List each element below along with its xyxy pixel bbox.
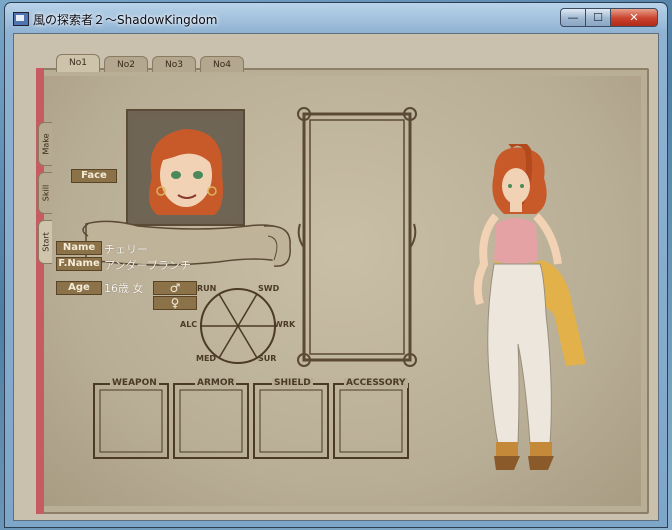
sidetab-start[interactable]: Start: [38, 220, 52, 264]
sidetab-skill-label: Skill: [41, 184, 50, 202]
radar-label-wrk: WRK: [274, 320, 296, 329]
age-label: Age: [56, 281, 102, 295]
family-name-value[interactable]: アンダーブランチ: [104, 257, 191, 273]
minimize-button[interactable]: —: [560, 8, 586, 27]
accessory-slot[interactable]: [334, 384, 408, 458]
radar-label-alc: ALC: [180, 320, 198, 329]
female-button[interactable]: ♀: [153, 296, 197, 310]
ornate-frame: [297, 107, 417, 367]
radar-label-swd: SWD: [258, 284, 280, 293]
tab-no1[interactable]: No1: [56, 54, 100, 72]
app-icon: [13, 12, 29, 26]
male-button[interactable]: ♂: [153, 281, 197, 295]
name-value[interactable]: チェリー: [104, 241, 148, 257]
window-title: 風の探索者２～ShadowKingdom: [33, 13, 218, 27]
tab-no4[interactable]: No4: [200, 56, 244, 72]
tab-no2[interactable]: No2: [104, 56, 148, 72]
family-name-label: F.Name: [56, 257, 102, 271]
sidetab-skill[interactable]: Skill: [38, 172, 52, 214]
tab-no3[interactable]: No3: [152, 56, 196, 72]
name-label: Name: [56, 241, 102, 255]
game-client-area: No1 No2 No3 No4 Make Skill Start Face Na…: [13, 33, 659, 521]
face-illustration: [134, 117, 237, 218]
game-window: 風の探索者２～ShadowKingdom — ☐ ✕ No1 No2 No3 N…: [4, 2, 668, 528]
age-gender-value: 16歳 女: [104, 282, 144, 295]
weapon-slot[interactable]: [94, 384, 168, 458]
radar-label-sur: SUR: [258, 354, 277, 363]
sidetab-make[interactable]: Make: [38, 122, 52, 166]
close-button[interactable]: ✕: [610, 8, 658, 27]
radar-label-med: MED: [196, 354, 217, 363]
radar-label-run: RUN: [197, 284, 217, 293]
maximize-button[interactable]: ☐: [585, 8, 611, 27]
face-portrait[interactable]: [126, 109, 245, 226]
title-bar[interactable]: 風の探索者２～ShadowKingdom — ☐ ✕: [5, 3, 667, 33]
sidetab-make-label: Make: [41, 133, 50, 155]
face-button[interactable]: Face: [71, 169, 117, 183]
sidetab-start-label: Start: [41, 232, 50, 252]
character-illustration: [473, 144, 586, 470]
shield-slot[interactable]: [254, 384, 328, 458]
armor-slot[interactable]: [174, 384, 248, 458]
